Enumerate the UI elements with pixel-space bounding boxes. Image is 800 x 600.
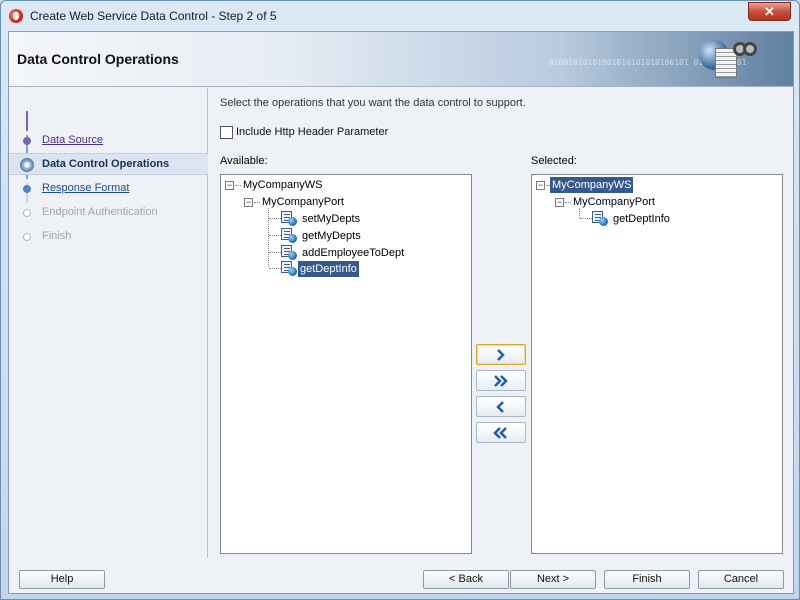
- wizard-window: Create Web Service Data Control - Step 2…: [0, 0, 800, 600]
- step-dot-icon: [23, 185, 31, 193]
- step-label: Finish: [42, 230, 72, 242]
- remove-button[interactable]: [476, 396, 526, 417]
- selected-label: Selected:: [531, 155, 577, 167]
- collapse-icon[interactable]: −: [225, 181, 234, 190]
- include-header-checkbox[interactable]: [220, 126, 233, 139]
- add-button[interactable]: [476, 344, 526, 365]
- step-dot-icon: [23, 209, 31, 217]
- step-label: Data Control Operations: [42, 158, 170, 170]
- collapse-icon[interactable]: −: [244, 198, 253, 207]
- cancel-button[interactable]: Cancel: [698, 570, 784, 589]
- step-data-source[interactable]: Data Source: [9, 130, 208, 152]
- step-label: Endpoint Authentication: [42, 206, 158, 218]
- remove-all-button[interactable]: [476, 422, 526, 443]
- title-bar: Create Web Service Data Control - Step 2…: [1, 1, 799, 31]
- finish-button[interactable]: Finish: [604, 570, 690, 589]
- available-tree[interactable]: − MyCompanyWS − MyCompanyPort setMyDepts: [220, 174, 472, 554]
- page-title: Data Control Operations: [17, 51, 179, 67]
- operation-icon: [281, 260, 297, 276]
- include-header-label: Include Http Header Parameter: [236, 126, 389, 138]
- available-label: Available:: [220, 155, 268, 167]
- step-response-format[interactable]: Response Format: [9, 178, 208, 200]
- step-label: Response Format: [42, 182, 130, 194]
- next-button[interactable]: Next >: [510, 570, 596, 589]
- chevron-right-icon: [497, 349, 505, 361]
- banner-graphic-icon: [699, 36, 757, 84]
- header-banner: Data Control Operations 0100101010100101…: [9, 32, 793, 87]
- step-dot-icon: [23, 233, 31, 241]
- chevron-left-icon: [496, 401, 504, 413]
- add-all-button[interactable]: [476, 370, 526, 391]
- help-button[interactable]: Help: [19, 570, 105, 589]
- wizard-body: Data Control Operations 0100101010100101…: [8, 31, 794, 594]
- operation-icon: [281, 210, 297, 226]
- step-data-control-operations: Data Control Operations: [9, 153, 208, 175]
- double-chevron-right-icon: [494, 375, 508, 387]
- window-title: Create Web Service Data Control - Step 2…: [30, 9, 277, 23]
- operation-icon: [281, 244, 297, 260]
- operation-icon: [281, 227, 297, 243]
- current-step-icon: [20, 158, 34, 172]
- collapse-icon[interactable]: −: [555, 198, 564, 207]
- close-button[interactable]: ✕: [748, 2, 791, 21]
- step-navigator: Data Source Data Control Operations Resp…: [9, 88, 208, 558]
- step-endpoint-authentication: Endpoint Authentication: [9, 202, 208, 224]
- collapse-icon[interactable]: −: [536, 181, 545, 190]
- button-bar: Help < Back Next > Finish Cancel: [9, 559, 793, 593]
- operation-icon: [592, 210, 608, 226]
- instruction-text: Select the operations that you want the …: [220, 97, 526, 109]
- step-finish: Finish: [9, 226, 208, 248]
- double-chevron-left-icon: [493, 427, 507, 439]
- selected-tree[interactable]: − MyCompanyWS − MyCompanyPort getDeptInf…: [531, 174, 783, 554]
- app-logo-icon: [9, 9, 23, 23]
- back-button[interactable]: < Back: [423, 570, 509, 589]
- step-label: Data Source: [42, 134, 104, 146]
- step-dot-icon: [23, 137, 31, 145]
- operations-panel: Select the operations that you want the …: [209, 88, 793, 558]
